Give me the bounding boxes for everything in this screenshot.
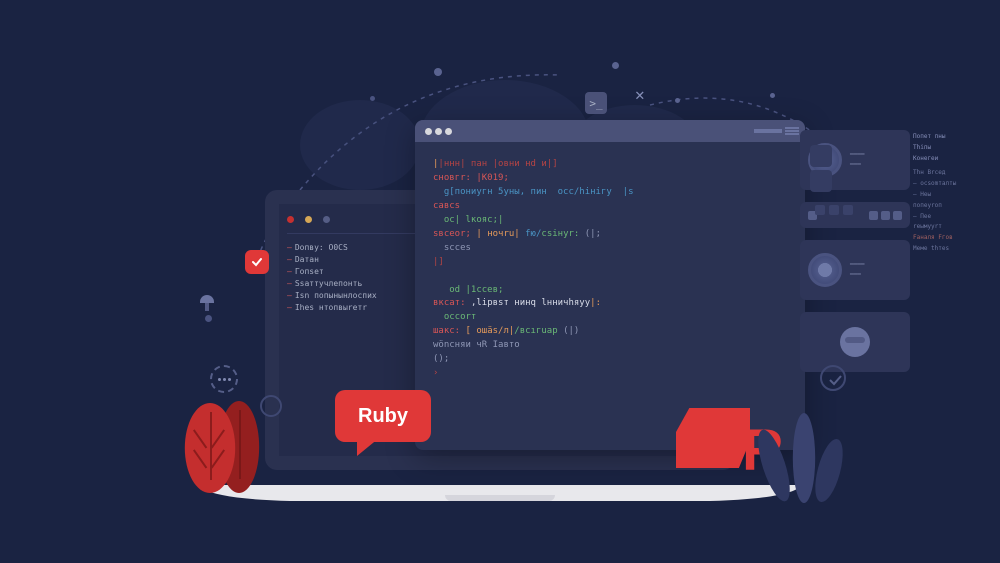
deco-circle [820,365,846,391]
max-dot[interactable] [323,216,330,223]
chat-icon [210,365,238,393]
editor-titlebar [415,120,805,142]
ruby-speech-bubble: Ruby [335,390,431,442]
editor-dot[interactable] [445,128,452,135]
deco-dot [434,68,442,76]
editor-dot[interactable] [425,128,432,135]
panel-mini-icon [810,170,832,192]
editor-body: ||ннн| пан |овни нd и|] сновгr: |К019; g… [415,142,805,397]
reference-panel: Попет пны Тhiпы Kонегеи Thн Brcед — ocsо… [913,132,958,255]
deco-dot [205,315,212,322]
deco-dot [675,98,680,103]
panel-mini-icon [810,145,832,167]
panel-badge [800,312,910,372]
close-dot[interactable] [287,216,294,223]
deco-dot [770,93,775,98]
code-editor: ||ннн| пан |овни нd и|] сновгr: |К019; g… [415,120,805,450]
mushroom-icon [200,295,214,311]
ruby-label: Ruby [358,405,408,428]
plant-right [760,423,860,503]
mini-tiles [815,205,853,215]
panel-track-2: ━━━━━━━ [800,240,910,300]
deco-dot [612,62,619,69]
min-dot[interactable] [305,216,312,223]
deco-dot [370,96,375,101]
editor-dot[interactable] [435,128,442,135]
bag-icon [840,327,870,357]
disc-icon [808,253,842,287]
checkbox-icon [245,250,269,274]
close-icon[interactable]: ✕ [635,85,645,104]
terminal-icon: >_ [585,92,607,114]
laptop-hinge [445,495,555,501]
deco-circle [260,395,282,417]
